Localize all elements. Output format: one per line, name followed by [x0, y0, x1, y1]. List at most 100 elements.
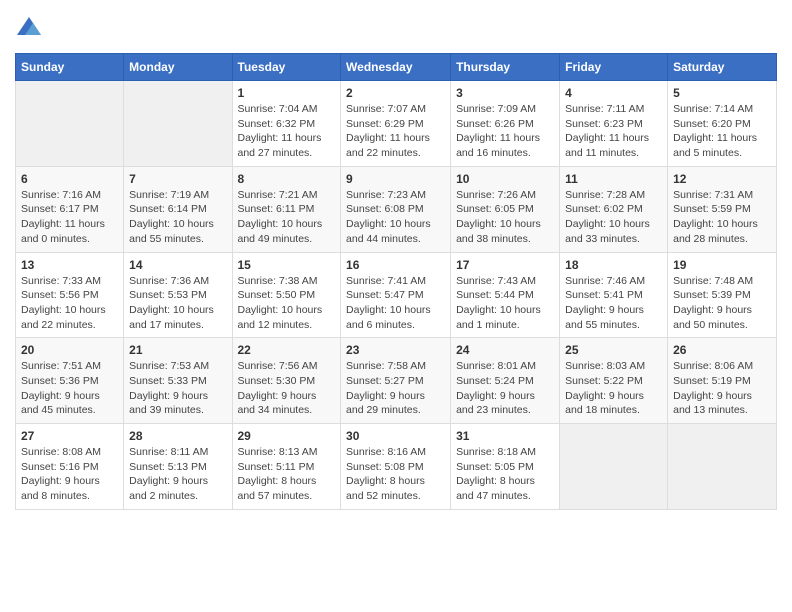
weekday-header: Monday	[124, 54, 232, 81]
calendar-week-row: 20Sunrise: 7:51 AMSunset: 5:36 PMDayligh…	[16, 338, 777, 424]
day-info: Sunrise: 7:14 AMSunset: 6:20 PMDaylight:…	[673, 102, 771, 161]
calendar-cell: 22 Sunrise: 7:56 AMSunset: 5:30 PMDayligh…	[232, 338, 341, 424]
day-info: Sunrise: 7:56 AMSunset: 5:30 PMDaylight:…	[238, 359, 336, 418]
day-number: 30	[346, 429, 445, 443]
day-number: 18	[565, 258, 662, 272]
day-info: Sunrise: 7:48 AMSunset: 5:39 PMDaylight:…	[673, 274, 771, 333]
day-info: Sunrise: 8:18 AMSunset: 5:05 PMDaylight:…	[456, 445, 554, 504]
calendar-cell: 31 Sunrise: 8:18 AMSunset: 5:05 PMDayligh…	[451, 424, 560, 510]
day-info: Sunrise: 8:03 AMSunset: 5:22 PMDaylight:…	[565, 359, 662, 418]
day-number: 25	[565, 343, 662, 357]
day-info: Sunrise: 8:01 AMSunset: 5:24 PMDaylight:…	[456, 359, 554, 418]
day-number: 22	[238, 343, 336, 357]
logo	[15, 15, 47, 43]
day-number: 13	[21, 258, 118, 272]
weekday-header: Tuesday	[232, 54, 341, 81]
day-number: 2	[346, 86, 445, 100]
day-info: Sunrise: 7:11 AMSunset: 6:23 PMDaylight:…	[565, 102, 662, 161]
day-number: 24	[456, 343, 554, 357]
day-info: Sunrise: 8:11 AMSunset: 5:13 PMDaylight:…	[129, 445, 226, 504]
day-number: 15	[238, 258, 336, 272]
calendar-cell: 17 Sunrise: 7:43 AMSunset: 5:44 PMDayligh…	[451, 252, 560, 338]
day-info: Sunrise: 7:19 AMSunset: 6:14 PMDaylight:…	[129, 188, 226, 247]
day-info: Sunrise: 7:31 AMSunset: 5:59 PMDaylight:…	[673, 188, 771, 247]
day-info: Sunrise: 8:16 AMSunset: 5:08 PMDaylight:…	[346, 445, 445, 504]
weekday-header: Friday	[560, 54, 668, 81]
page-header	[15, 15, 777, 43]
calendar-cell: 11Sunrise: 7:28 AMSunset: 6:02 PMDayligh…	[560, 166, 668, 252]
day-info: Sunrise: 7:26 AMSunset: 6:05 PMDaylight:…	[456, 188, 554, 247]
day-info: Sunrise: 8:13 AMSunset: 5:11 PMDaylight:…	[238, 445, 336, 504]
calendar-cell: 2 Sunrise: 7:07 AMSunset: 6:29 PMDaylight…	[341, 81, 451, 167]
day-info: Sunrise: 7:33 AMSunset: 5:56 PMDaylight:…	[21, 274, 118, 333]
calendar-week-row: 13 Sunrise: 7:33 AMSunset: 5:56 PMDayligh…	[16, 252, 777, 338]
day-number: 6	[21, 172, 118, 186]
day-info: Sunrise: 7:36 AMSunset: 5:53 PMDaylight:…	[129, 274, 226, 333]
day-info: Sunrise: 8:08 AMSunset: 5:16 PMDaylight:…	[21, 445, 118, 504]
calendar-cell	[124, 81, 232, 167]
calendar-cell: 16 Sunrise: 7:41 AMSunset: 5:47 PMDayligh…	[341, 252, 451, 338]
calendar-cell: 4 Sunrise: 7:11 AMSunset: 6:23 PMDaylight…	[560, 81, 668, 167]
calendar-cell: 7 Sunrise: 7:19 AMSunset: 6:14 PMDaylight…	[124, 166, 232, 252]
weekday-header: Thursday	[451, 54, 560, 81]
day-info: Sunrise: 7:28 AMSunset: 6:02 PMDaylight:…	[565, 188, 662, 247]
calendar-cell: 19 Sunrise: 7:48 AMSunset: 5:39 PMDayligh…	[668, 252, 777, 338]
day-info: Sunrise: 7:09 AMSunset: 6:26 PMDaylight:…	[456, 102, 554, 161]
day-info: Sunrise: 7:23 AMSunset: 6:08 PMDaylight:…	[346, 188, 445, 247]
day-number: 7	[129, 172, 226, 186]
calendar-week-row: 27 Sunrise: 8:08 AMSunset: 5:16 PMDayligh…	[16, 424, 777, 510]
day-number: 4	[565, 86, 662, 100]
calendar-cell: 6 Sunrise: 7:16 AMSunset: 6:17 PMDaylight…	[16, 166, 124, 252]
calendar-cell: 21 Sunrise: 7:53 AMSunset: 5:33 PMDayligh…	[124, 338, 232, 424]
calendar-cell: 25 Sunrise: 8:03 AMSunset: 5:22 PMDayligh…	[560, 338, 668, 424]
day-number: 1	[238, 86, 336, 100]
calendar-cell: 10 Sunrise: 7:26 AMSunset: 6:05 PMDayligh…	[451, 166, 560, 252]
day-number: 3	[456, 86, 554, 100]
day-number: 8	[238, 172, 336, 186]
calendar-cell: 18Sunrise: 7:46 AMSunset: 5:41 PMDayligh…	[560, 252, 668, 338]
day-info: Sunrise: 7:38 AMSunset: 5:50 PMDaylight:…	[238, 274, 336, 333]
day-number: 12	[673, 172, 771, 186]
day-number: 23	[346, 343, 445, 357]
calendar-header-row: SundayMondayTuesdayWednesdayThursdayFrid…	[16, 54, 777, 81]
day-number: 5	[673, 86, 771, 100]
day-number: 31	[456, 429, 554, 443]
calendar-cell	[560, 424, 668, 510]
day-number: 19	[673, 258, 771, 272]
weekday-header: Sunday	[16, 54, 124, 81]
day-info: Sunrise: 7:07 AMSunset: 6:29 PMDaylight:…	[346, 102, 445, 161]
logo-icon	[15, 15, 43, 43]
day-number: 17	[456, 258, 554, 272]
calendar-cell: 29 Sunrise: 8:13 AMSunset: 5:11 PMDayligh…	[232, 424, 341, 510]
calendar-week-row: 6 Sunrise: 7:16 AMSunset: 6:17 PMDaylight…	[16, 166, 777, 252]
day-info: Sunrise: 8:06 AMSunset: 5:19 PMDaylight:…	[673, 359, 771, 418]
calendar-cell: 14 Sunrise: 7:36 AMSunset: 5:53 PMDayligh…	[124, 252, 232, 338]
calendar-cell: 12 Sunrise: 7:31 AMSunset: 5:59 PMDayligh…	[668, 166, 777, 252]
weekday-header: Wednesday	[341, 54, 451, 81]
calendar-cell: 9Sunrise: 7:23 AMSunset: 6:08 PMDaylight…	[341, 166, 451, 252]
calendar-cell: 24 Sunrise: 8:01 AMSunset: 5:24 PMDayligh…	[451, 338, 560, 424]
day-info: Sunrise: 7:41 AMSunset: 5:47 PMDaylight:…	[346, 274, 445, 333]
calendar-cell: 3 Sunrise: 7:09 AMSunset: 6:26 PMDaylight…	[451, 81, 560, 167]
day-number: 21	[129, 343, 226, 357]
calendar-cell: 27 Sunrise: 8:08 AMSunset: 5:16 PMDayligh…	[16, 424, 124, 510]
day-info: Sunrise: 7:51 AMSunset: 5:36 PMDaylight:…	[21, 359, 118, 418]
calendar-table: SundayMondayTuesdayWednesdayThursdayFrid…	[15, 53, 777, 510]
day-info: Sunrise: 7:16 AMSunset: 6:17 PMDaylight:…	[21, 188, 118, 247]
calendar-cell: 23Sunrise: 7:58 AMSunset: 5:27 PMDayligh…	[341, 338, 451, 424]
day-number: 10	[456, 172, 554, 186]
calendar-cell: 5 Sunrise: 7:14 AMSunset: 6:20 PMDaylight…	[668, 81, 777, 167]
day-info: Sunrise: 7:53 AMSunset: 5:33 PMDaylight:…	[129, 359, 226, 418]
day-number: 29	[238, 429, 336, 443]
calendar-cell: 28Sunrise: 8:11 AMSunset: 5:13 PMDayligh…	[124, 424, 232, 510]
day-number: 14	[129, 258, 226, 272]
calendar-cell: 30 Sunrise: 8:16 AMSunset: 5:08 PMDayligh…	[341, 424, 451, 510]
day-info: Sunrise: 7:43 AMSunset: 5:44 PMDaylight:…	[456, 274, 554, 333]
calendar-cell	[668, 424, 777, 510]
day-number: 16	[346, 258, 445, 272]
weekday-header: Saturday	[668, 54, 777, 81]
calendar-cell	[16, 81, 124, 167]
calendar-week-row: 1 Sunrise: 7:04 AMSunset: 6:32 PMDaylight…	[16, 81, 777, 167]
day-number: 27	[21, 429, 118, 443]
day-info: Sunrise: 7:04 AMSunset: 6:32 PMDaylight:…	[238, 102, 336, 161]
